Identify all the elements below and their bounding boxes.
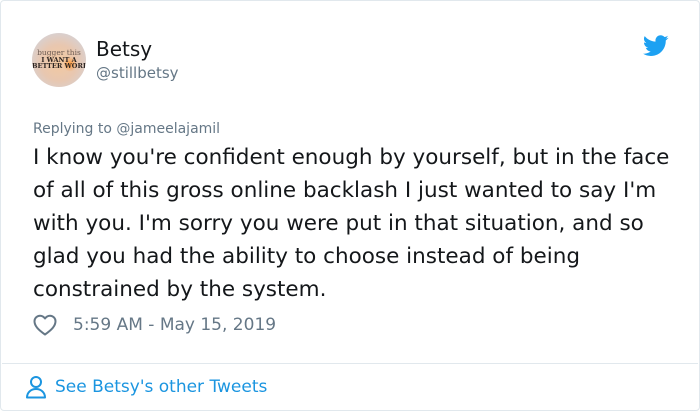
see-other-tweets-label: See Betsy's other Tweets [55, 377, 268, 397]
heart-icon[interactable] [33, 314, 57, 336]
see-other-tweets-link[interactable]: See Betsy's other Tweets [25, 371, 267, 403]
avatar[interactable]: bugger this I WANT A BETTER WORLD [32, 33, 86, 87]
tweet-meta: 5:59 AM - May 15, 2019 [33, 311, 276, 339]
avatar-text-line3: BETTER WORLD [32, 62, 86, 70]
author-names: Betsy @stillbetsy [96, 37, 179, 83]
replying-to-line[interactable]: Replying to @jameelajamil [33, 120, 220, 138]
footer-divider [2, 363, 698, 364]
tweet-card: bugger this I WANT A BETTER WORLD Betsy … [0, 0, 700, 411]
twitter-bird-icon[interactable] [643, 35, 669, 57]
tweet-timestamp[interactable]: 5:59 AM - May 15, 2019 [73, 314, 276, 336]
tweet-header: bugger this I WANT A BETTER WORLD Betsy … [32, 32, 179, 88]
tweet-text: I know you're confident enough by yourse… [33, 145, 670, 302]
person-icon [26, 376, 46, 399]
author-handle[interactable]: @stillbetsy [96, 63, 179, 83]
author-display-name[interactable]: Betsy [96, 37, 179, 61]
